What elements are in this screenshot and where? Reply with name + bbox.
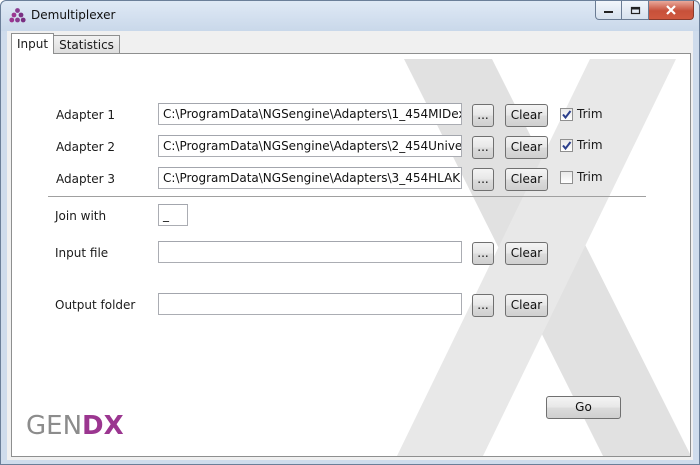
join-with-label: Join with: [55, 209, 107, 223]
minimize-button[interactable]: [595, 1, 622, 20]
maximize-button[interactable]: [622, 1, 649, 20]
window-title: Demultiplexer: [31, 8, 116, 22]
input-file-browse-button[interactable]: ...: [472, 242, 494, 265]
adapter-2-path-field[interactable]: C:\ProgramData\NGSengine\Adapters\2_454U…: [158, 135, 462, 157]
adapter-1-path-field[interactable]: C:\ProgramData\NGSengine\Adapters\1_454M…: [158, 103, 462, 125]
logo-gen: GEN: [26, 411, 83, 441]
separator: [48, 196, 646, 197]
minimize-icon: [604, 11, 613, 13]
client-area: Input Statistics Adapter 1 C:\ProgramDat…: [7, 31, 693, 460]
adapter-2-clear-button[interactable]: Clear: [505, 136, 548, 159]
adapter-2-label: Adapter 2: [56, 140, 116, 154]
adapter-3-browse-button[interactable]: ...: [472, 168, 494, 191]
tab-statistics[interactable]: Statistics: [53, 35, 120, 54]
adapter-1-clear-button[interactable]: Clear: [505, 104, 548, 127]
logo-dx: DX: [82, 411, 124, 441]
adapter-3-label: Adapter 3: [56, 172, 116, 186]
adapter-1-trim-checkbox[interactable]: [560, 108, 573, 121]
title-bar[interactable]: Demultiplexer: [1, 1, 699, 31]
demultiplexer-window: Demultiplexer Input Statistics Adapter 1: [0, 0, 700, 465]
adapter-3-trim-checkbox[interactable]: [560, 171, 573, 184]
adapter-3-clear-button[interactable]: Clear: [505, 168, 548, 191]
app-icon: [9, 8, 26, 23]
input-panel: Adapter 1 C:\ProgramData\NGSengine\Adapt…: [11, 53, 691, 457]
tab-strip: Input Statistics: [11, 33, 120, 54]
input-file-label: Input file: [55, 246, 109, 260]
input-file-clear-button[interactable]: Clear: [505, 242, 548, 265]
close-button[interactable]: [649, 1, 694, 20]
output-folder-browse-button[interactable]: ...: [472, 294, 494, 317]
output-folder-field[interactable]: [158, 293, 462, 315]
adapter-2-trim-checkbox[interactable]: [560, 139, 573, 152]
output-folder-label: Output folder: [55, 298, 136, 312]
adapter-1-trim-label: Trim: [577, 107, 603, 121]
checkmark-icon: [562, 141, 572, 151]
go-button[interactable]: Go: [546, 396, 621, 419]
adapter-3-path-field[interactable]: C:\ProgramData\NGSengine\Adapters\3_454H…: [158, 167, 462, 189]
join-with-field[interactable]: _: [158, 204, 188, 226]
adapter-3-trim-label: Trim: [577, 170, 603, 184]
gendx-logo: GENDX: [26, 411, 124, 441]
tab-input[interactable]: Input: [11, 33, 55, 54]
close-icon: [666, 5, 676, 15]
checkmark-icon: [562, 110, 572, 120]
adapter-2-trim-label: Trim: [577, 138, 603, 152]
adapter-1-label: Adapter 1: [56, 108, 116, 122]
output-folder-clear-button[interactable]: Clear: [505, 294, 548, 317]
adapter-2-browse-button[interactable]: ...: [472, 136, 494, 159]
adapter-1-browse-button[interactable]: ...: [472, 104, 494, 127]
maximize-icon: [630, 6, 640, 14]
input-file-field[interactable]: [158, 241, 462, 263]
